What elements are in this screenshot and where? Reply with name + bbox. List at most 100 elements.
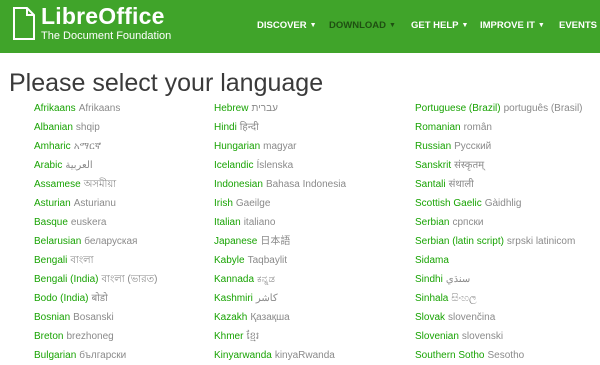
language-link[interactable]: Sidama: [415, 251, 583, 270]
language-link[interactable]: Portuguese (Brazil) português (Brasil): [415, 99, 583, 118]
site-header: LibreOffice The Document Foundation DISC…: [0, 0, 600, 53]
language-native-name: Íslenska: [256, 160, 294, 171]
language-name: Serbian (latin script): [415, 236, 504, 247]
language-name: Serbian: [415, 217, 450, 228]
language-link[interactable]: Sindhi سنڌي: [415, 270, 583, 289]
language-name: Asturian: [34, 198, 71, 209]
language-name: Icelandic: [214, 160, 254, 171]
language-native-name: Asturianu: [73, 198, 116, 209]
language-name: Belarusian: [34, 236, 82, 247]
language-link[interactable]: Kannada ಕನ್ನಡ: [214, 270, 346, 289]
nav-improve-it[interactable]: IMPROVE IT ▼: [480, 19, 545, 33]
language-column-2: Hebrew עברית Hindi हिन्दी Hungarian magyar Ice…: [214, 99, 346, 365]
language-native-name: беларуская: [84, 236, 138, 247]
language-native-name: עברית: [251, 103, 278, 114]
language-link[interactable]: Icelandic Íslenska: [214, 156, 346, 175]
caret-down-icon: ▼: [389, 22, 396, 29]
language-link[interactable]: Bengali বাংলা: [34, 251, 157, 270]
language-link[interactable]: Sinhala සිංහල: [415, 289, 583, 308]
language-name: Portuguese (Brazil): [415, 103, 501, 114]
language-link[interactable]: Khmer ខ្មែរ: [214, 327, 346, 346]
language-native-name: български: [79, 350, 127, 361]
language-link[interactable]: Kinyarwanda kinyaRwanda: [214, 346, 346, 365]
language-name: Khmer: [214, 331, 244, 342]
language-link[interactable]: Santali संथाली: [415, 175, 583, 194]
language-link[interactable]: Hindi हिन्दी: [214, 118, 346, 137]
language-link[interactable]: Romanian român: [415, 118, 583, 137]
language-native-name: हिन्दी: [239, 122, 259, 133]
language-link[interactable]: Kabyle Taqbaylit: [214, 251, 346, 270]
language-name: Sinhala: [415, 293, 449, 304]
language-name: Albanian: [34, 122, 73, 133]
nav-get-help[interactable]: GET HELP ▼: [411, 19, 468, 33]
language-name: Sidama: [415, 255, 449, 266]
nav-download[interactable]: DOWNLOAD ▼: [329, 19, 396, 33]
language-native-name: Gaeilge: [235, 198, 271, 209]
language-link[interactable]: Assamese অসমীয়া: [34, 175, 157, 194]
language-native-name: বাংলা: [70, 255, 94, 266]
language-link[interactable]: Bengali (India) বাংলা (ভারত): [34, 270, 157, 289]
language-native-name: ខ្មែរ: [246, 331, 260, 342]
language-link[interactable]: Bodo (India) बोडो: [34, 289, 157, 308]
language-native-name: slovenčina: [448, 312, 496, 323]
language-name: Irish: [214, 198, 233, 209]
language-link[interactable]: Italian italiano: [214, 213, 346, 232]
language-link[interactable]: Afrikaans Afrikaans: [34, 99, 157, 118]
language-link[interactable]: Breton brezhoneg: [34, 327, 157, 346]
language-name: Bengali: [34, 255, 68, 266]
language-name: Italian: [214, 217, 241, 228]
caret-down-icon: ▼: [309, 22, 317, 29]
nav-label: GET HELP: [411, 20, 459, 31]
language-name: Scottish Gaelic: [415, 198, 482, 209]
language-link[interactable]: Albanian shqip: [34, 118, 157, 137]
language-link[interactable]: Serbian (latin script) srpski latinicom: [415, 232, 583, 251]
language-name: Amharic: [34, 141, 71, 152]
language-name: Breton: [34, 331, 64, 342]
language-native-name: Gàidhlig: [484, 198, 522, 209]
nav-events[interactable]: EVENTS: [559, 19, 597, 33]
nav-label: DISCOVER: [257, 20, 307, 31]
language-link[interactable]: Japanese 日本語: [214, 232, 346, 251]
language-native-name: Bahasa Indonesia: [265, 179, 347, 190]
language-native-name: বাংলা (ভারত): [101, 274, 158, 285]
language-name: Assamese: [34, 179, 81, 190]
language-name: Japanese: [214, 236, 258, 247]
language-link[interactable]: Asturian Asturianu: [34, 194, 157, 213]
language-native-name: italiano: [243, 217, 276, 228]
language-native-name: 日本語: [260, 236, 291, 247]
language-name: Kinyarwanda: [214, 350, 272, 361]
language-link[interactable]: Southern Sotho Sesotho: [415, 346, 583, 365]
language-native-name: român: [463, 122, 492, 133]
language-link[interactable]: Sanskrit संस्कृतम्: [415, 156, 583, 175]
language-native-name: बोडो: [91, 293, 108, 304]
language-link[interactable]: Kashmiri ﻛﺎﺷﺮ: [214, 289, 346, 308]
language-link[interactable]: Scottish Gaelic Gàidhlig: [415, 194, 583, 213]
language-native-name: العربية: [65, 160, 93, 171]
language-link[interactable]: Amharic አማርኛ: [34, 137, 157, 156]
language-link[interactable]: Bulgarian български: [34, 346, 157, 365]
language-link[interactable]: Serbian српски: [415, 213, 583, 232]
language-link[interactable]: Hungarian magyar: [214, 137, 346, 156]
language-native-name: Қазақша: [250, 312, 290, 323]
nav-discover[interactable]: DISCOVER ▼: [257, 19, 317, 33]
language-native-name: Afrikaans: [78, 103, 121, 114]
language-name: Bosnian: [34, 312, 71, 323]
language-link[interactable]: Slovenian slovenski: [415, 327, 583, 346]
language-link[interactable]: Irish Gaeilge: [214, 194, 346, 213]
language-link[interactable]: Arabic العربية: [34, 156, 157, 175]
language-native-name: português (Brasil): [503, 103, 583, 114]
language-link[interactable]: Basque euskera: [34, 213, 157, 232]
language-link[interactable]: Hebrew עברית: [214, 99, 346, 118]
language-name: Bodo (India): [34, 293, 89, 304]
language-link[interactable]: Indonesian Bahasa Indonesia: [214, 175, 346, 194]
language-native-name: srpski latinicom: [506, 236, 576, 247]
language-name: Romanian: [415, 122, 461, 133]
language-link[interactable]: Belarusian беларуская: [34, 232, 157, 251]
language-native-name: Sesotho: [487, 350, 525, 361]
caret-down-icon: ▼: [537, 22, 545, 29]
language-name: Basque: [34, 217, 68, 228]
language-link[interactable]: Russian Русский: [415, 137, 583, 156]
language-native-name: አማርኛ: [73, 141, 102, 152]
language-column-1: Afrikaans Afrikaans Albanian shqip Amharic አማ…: [34, 99, 157, 365]
language-native-name: српски: [452, 217, 484, 228]
